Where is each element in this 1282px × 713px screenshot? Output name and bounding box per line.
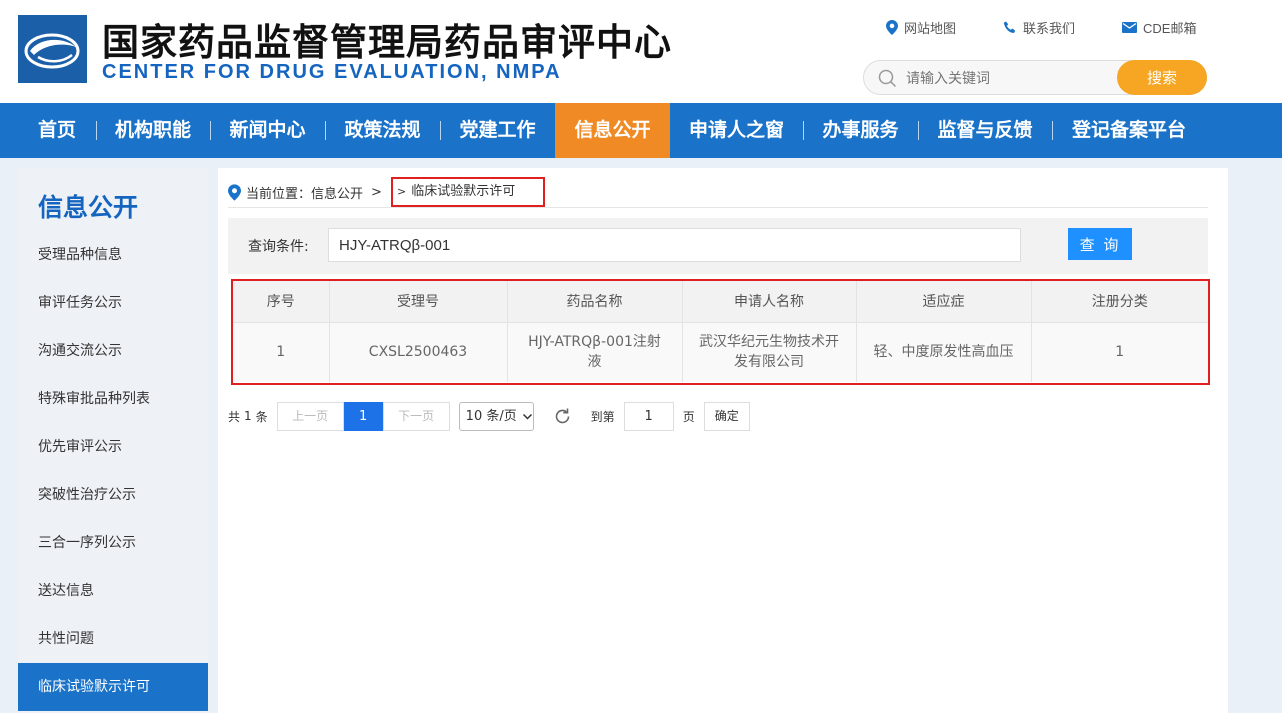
pagination: 共 1 条 上一页 1 下一页 10 条/页 到第 1 页 确定 [228, 401, 750, 431]
total-suffix: 条 [255, 409, 268, 424]
table-row[interactable]: 1 CXSL2500463 HJY-ATRQβ-001注射液 武汉华纪元生物技术… [233, 322, 1208, 382]
query-bar: 查询条件: 查 询 [228, 218, 1208, 274]
sidebar-item-three-in-one[interactable]: 三合一序列公示 [18, 519, 208, 567]
nav-item-supervision[interactable]: 监督与反馈 [918, 103, 1052, 158]
nmpa-logo[interactable] [18, 15, 87, 83]
breadcrumb-prefix: 当前位置： [246, 186, 312, 202]
sidebar-item-clinical-trial-implied-license[interactable]: 临床试验默示许可 [18, 663, 208, 711]
results-table-highlight: 序号 受理号 药品名称 申请人名称 适应症 注册分类 1 CXSL2500463… [231, 279, 1210, 385]
col-header-applicant: 申请人名称 [682, 281, 857, 323]
site-search: 搜索 [863, 60, 1207, 95]
sidebar-item-delivery-info[interactable]: 送达信息 [18, 567, 208, 615]
search-icon [878, 69, 897, 88]
sidebar-item-review-tasks[interactable]: 审评任务公示 [18, 279, 208, 327]
prev-page-button[interactable]: 上一页 [276, 401, 344, 431]
sidebar-item-special-approval[interactable]: 特殊审批品种列表 [18, 375, 208, 423]
goto-confirm-button[interactable]: 确定 [703, 401, 750, 431]
breadcrumb-current-highlight: > 临床试验默示许可 [391, 177, 545, 207]
col-header-drug-name: 药品名称 [507, 281, 683, 323]
site-map-link[interactable]: 网站地图 [886, 18, 956, 37]
breadcrumb-separator: > [371, 184, 382, 200]
refresh-icon[interactable] [553, 407, 572, 426]
results-table: 序号 受理号 药品名称 申请人名称 适应症 注册分类 1 CXSL2500463… [233, 281, 1208, 382]
col-header-acceptance-no: 受理号 [329, 281, 508, 323]
nav-item-home[interactable]: 首页 [18, 103, 96, 158]
breadcrumb-divider [228, 207, 1208, 208]
right-margin [1228, 158, 1282, 713]
sidebar-item-priority-review[interactable]: 优先审评公示 [18, 423, 208, 471]
query-input[interactable] [328, 228, 1021, 262]
nav-item-policy[interactable]: 政策法规 [325, 103, 440, 158]
sidebar-title: 信息公开 [38, 193, 139, 222]
site-title-en: CENTER FOR DRUG EVALUATION, NMPA [102, 61, 562, 83]
query-label: 查询条件: [248, 239, 309, 255]
page-unit: 页 [682, 409, 695, 424]
total-prefix: 共 [228, 409, 241, 424]
mail-icon [1122, 22, 1137, 33]
cell-indication: 轻、中度原发性高血压 [856, 322, 1032, 382]
nav-item-news[interactable]: 新闻中心 [210, 103, 325, 158]
breadcrumb-parent[interactable]: 信息公开 [311, 183, 363, 202]
next-page-button[interactable]: 下一页 [382, 401, 450, 431]
main-nav: 首页 机构职能 新闻中心 政策法规 党建工作 信息公开 申请人之窗 办事服务 监… [0, 103, 1282, 158]
chevron-down-icon [522, 413, 532, 420]
page-size-select[interactable]: 10 条/页 [458, 401, 534, 431]
main-content: 当前位置： 信息公开 > > 临床试验默示许可 查询条件: 查 询 序号 受理号 … [218, 168, 1228, 713]
search-button[interactable]: 搜索 [1117, 60, 1207, 95]
cde-mail-link[interactable]: CDE邮箱 [1122, 18, 1196, 37]
cell-index: 1 [233, 322, 330, 382]
goto-page-input[interactable]: 1 [623, 401, 674, 431]
site-header: 国家药品监督管理局药品审评中心 CENTER FOR DRUG EVALUATI… [0, 0, 1282, 103]
col-header-index: 序号 [233, 281, 330, 323]
nav-item-party[interactable]: 党建工作 [440, 103, 555, 158]
query-button[interactable]: 查 询 [1068, 228, 1132, 260]
breadcrumb-current: 临床试验默示许可 [411, 184, 516, 199]
col-header-registration-class: 注册分类 [1031, 281, 1208, 323]
cell-acceptance-no: CXSL2500463 [329, 322, 508, 382]
site-map-label: 网站地图 [904, 21, 957, 36]
nav-item-institution[interactable]: 机构职能 [96, 103, 210, 158]
cell-applicant: 武汉华纪元生物技术开发有限公司 [682, 322, 857, 382]
sidebar-item-accepted-varieties[interactable]: 受理品种信息 [18, 231, 208, 279]
map-pin-icon [886, 20, 898, 35]
nav-item-registration[interactable]: 登记备案平台 [1052, 103, 1206, 158]
nav-item-applicant[interactable]: 申请人之窗 [670, 103, 803, 158]
contact-us-link[interactable]: 联系我们 [1003, 18, 1075, 37]
page-size-value: 10 条/页 [465, 408, 517, 424]
sidebar-item-common-issues[interactable]: 共性问题 [18, 615, 208, 663]
goto-label: 到第 [590, 409, 615, 424]
phone-icon [1003, 21, 1016, 33]
page-number-current[interactable]: 1 [343, 401, 383, 431]
search-input[interactable] [906, 63, 1106, 93]
sidebar-item-communication[interactable]: 沟通交流公示 [18, 327, 208, 375]
cell-drug-name: HJY-ATRQβ-001注射液 [507, 322, 683, 382]
site-title-cn: 国家药品监督管理局药品审评中心 [102, 21, 672, 64]
sidebar: 信息公开 受理品种信息 审评任务公示 沟通交流公示 特殊审批品种列表 优先审评公… [18, 168, 208, 713]
cde-mail-label: CDE邮箱 [1143, 21, 1197, 36]
location-pin-icon [228, 183, 241, 201]
table-header-row: 序号 受理号 药品名称 申请人名称 适应症 注册分类 [233, 281, 1208, 323]
breadcrumb: 当前位置： 信息公开 > [228, 181, 382, 203]
cell-registration-class: 1 [1031, 322, 1208, 382]
breadcrumb-current-separator: > [397, 185, 407, 198]
sidebar-item-breakthrough[interactable]: 突破性治疗公示 [18, 471, 208, 519]
total-count: 1 [244, 409, 252, 423]
nav-item-services[interactable]: 办事服务 [803, 103, 918, 158]
nav-item-info-disclosure[interactable]: 信息公开 [555, 103, 670, 158]
contact-us-label: 联系我们 [1023, 21, 1076, 36]
col-header-indication: 适应症 [856, 281, 1032, 323]
